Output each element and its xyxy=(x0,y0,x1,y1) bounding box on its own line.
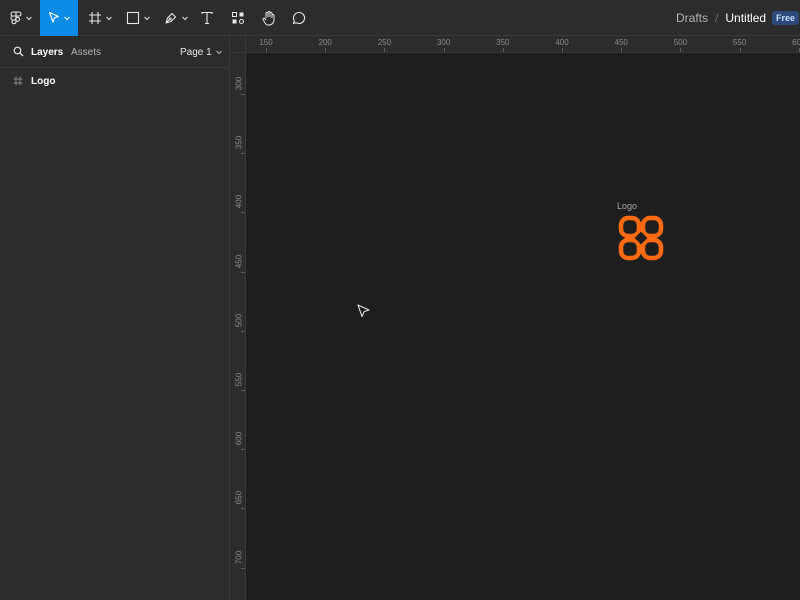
text-tool-button[interactable] xyxy=(196,0,218,36)
frame-icon xyxy=(88,12,101,24)
ruler-tick xyxy=(266,48,267,52)
chevron-down-icon xyxy=(181,16,188,21)
file-title[interactable]: Untitled xyxy=(725,11,766,25)
ruler-tick xyxy=(241,212,245,214)
layer-row-logo[interactable]: Logo xyxy=(0,73,229,91)
tab-layers[interactable]: Layers xyxy=(31,36,63,68)
hand-icon xyxy=(262,11,275,26)
figma-logo-icon xyxy=(9,11,22,25)
comment-icon xyxy=(292,11,306,25)
toolbar: Drafts / Untitled Free xyxy=(0,0,800,36)
ruler-tick-label: 700 xyxy=(234,550,244,564)
page-selector-label: Page 1 xyxy=(180,46,212,58)
ruler-tick-label: 400 xyxy=(234,195,244,209)
ruler-tick xyxy=(241,567,245,569)
ruler-tick xyxy=(680,48,682,52)
ruler-tick-label: 600 xyxy=(792,38,800,47)
ruler-tick-label: 450 xyxy=(614,38,628,47)
hand-tool-button[interactable] xyxy=(257,0,281,36)
breadcrumb: Drafts / Untitled xyxy=(676,0,766,36)
canvas[interactable] xyxy=(247,53,800,600)
ruler-tick xyxy=(502,48,504,52)
ruler-tick-label: 450 xyxy=(234,254,244,268)
ruler-tick-label: 300 xyxy=(234,76,244,91)
move-tool-button[interactable] xyxy=(40,0,78,36)
breadcrumb-drafts[interactable]: Drafts xyxy=(676,11,708,25)
ruler-tick-label: 550 xyxy=(234,372,244,387)
breadcrumb-separator: / xyxy=(715,11,719,25)
ruler-tick-label: 400 xyxy=(555,38,569,47)
text-icon xyxy=(201,11,213,25)
ruler-tick-label: 550 xyxy=(732,38,747,47)
frame-label[interactable]: Logo xyxy=(617,201,637,211)
ruler-tick-label: 150 xyxy=(259,38,273,47)
ruler-tick xyxy=(562,48,563,52)
shape-tool-button[interactable] xyxy=(122,0,154,36)
plan-badge[interactable]: Free xyxy=(772,11,800,25)
ruler-tick xyxy=(739,48,741,52)
ruler-tick-label: 600 xyxy=(234,432,244,446)
left-panel: Layers Assets Page 1 Logo xyxy=(0,36,230,600)
ruler-tick xyxy=(384,48,386,52)
comment-tool-button[interactable] xyxy=(288,0,310,36)
ruler-tick-label: 300 xyxy=(436,38,451,47)
ruler-tick xyxy=(241,390,245,391)
ruler-corner xyxy=(230,36,246,53)
tab-assets[interactable]: Assets xyxy=(71,36,101,68)
ruler-top[interactable]: 150 200 250 300 350 400 450 500 550 600 xyxy=(246,36,800,53)
move-cursor-icon xyxy=(48,11,59,23)
logo-icon[interactable] xyxy=(615,212,667,264)
ruler-tick-label: 250 xyxy=(377,38,392,47)
ruler-tick-label: 650 xyxy=(234,491,244,505)
mouse-cursor-icon xyxy=(357,304,370,318)
search-icon[interactable] xyxy=(13,46,24,57)
ruler-tick-label: 350 xyxy=(234,136,244,150)
chevron-down-icon xyxy=(215,50,222,55)
pen-icon xyxy=(164,12,176,24)
chevron-down-icon xyxy=(25,16,32,21)
ruler-tick-label: 500 xyxy=(673,38,688,47)
ruler-tick xyxy=(325,48,327,52)
chevron-down-icon xyxy=(143,16,150,21)
ruler-tick xyxy=(443,48,445,52)
ruler-tick xyxy=(241,94,245,95)
panel-tabs: Layers Assets Page 1 xyxy=(0,36,229,68)
ruler-tick-label: 200 xyxy=(318,38,332,47)
ruler-tick-label: 500 xyxy=(234,313,244,327)
frame-tool-button[interactable] xyxy=(84,0,116,36)
layer-name: Logo xyxy=(31,76,56,87)
ruler-tick xyxy=(241,271,245,273)
components-icon xyxy=(232,12,244,24)
page-selector[interactable]: Page 1 xyxy=(180,36,223,68)
ruler-tick xyxy=(241,330,245,332)
main-menu-button[interactable] xyxy=(4,0,38,36)
rectangle-icon xyxy=(126,11,139,25)
ruler-tick xyxy=(241,153,245,155)
ruler-tick xyxy=(621,48,623,52)
ruler-left[interactable]: 300 350 400 450 500 550 600 650 700 xyxy=(230,53,246,600)
resources-tool-button[interactable] xyxy=(227,0,249,36)
chevron-down-icon xyxy=(105,16,112,21)
ruler-tick xyxy=(241,449,245,451)
pen-tool-button[interactable] xyxy=(160,0,192,36)
ruler-tick xyxy=(241,508,245,510)
frame-icon xyxy=(13,76,23,86)
ruler-tick-label: 350 xyxy=(496,38,510,47)
chevron-down-icon xyxy=(63,16,70,21)
